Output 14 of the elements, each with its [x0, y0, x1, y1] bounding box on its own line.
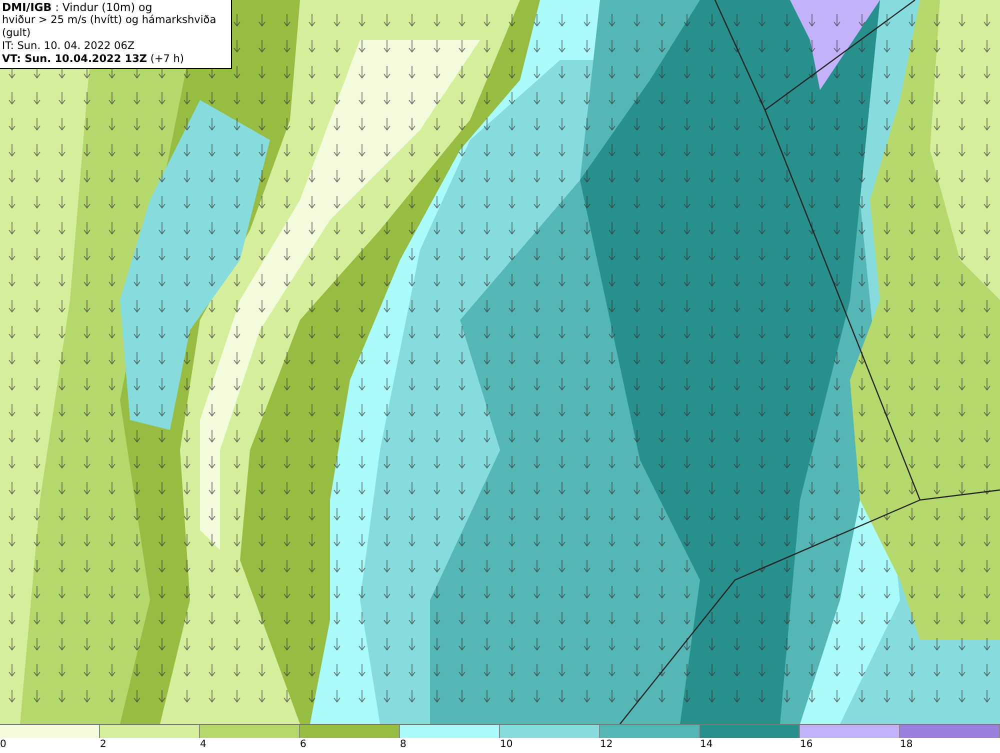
legend-label: 14 [700, 739, 713, 750]
valid-time: VT: Sun. 10.04.2022 13Z (+7 h) [2, 53, 186, 66]
legend-label: 0 [0, 739, 6, 750]
legend-label: 16 [800, 739, 813, 750]
legend-label: 12 [600, 739, 613, 750]
map-title: DMI/IGB : Vindur (10m) og [2, 1, 154, 14]
legend-label: 18 [900, 739, 913, 750]
legend-label: 10 [500, 739, 513, 750]
legend-label: 8 [400, 739, 406, 750]
map-subtitle: hviður > 25 m/s (hvítt) og hámarkshviða (gult) [2, 14, 218, 40]
issue-time: IT: Sun. 10. 04. 2022 06Z [2, 40, 136, 53]
legend-label: 2 [100, 739, 106, 750]
legend-label: 6 [300, 739, 306, 750]
legend-label: 4 [200, 739, 206, 750]
